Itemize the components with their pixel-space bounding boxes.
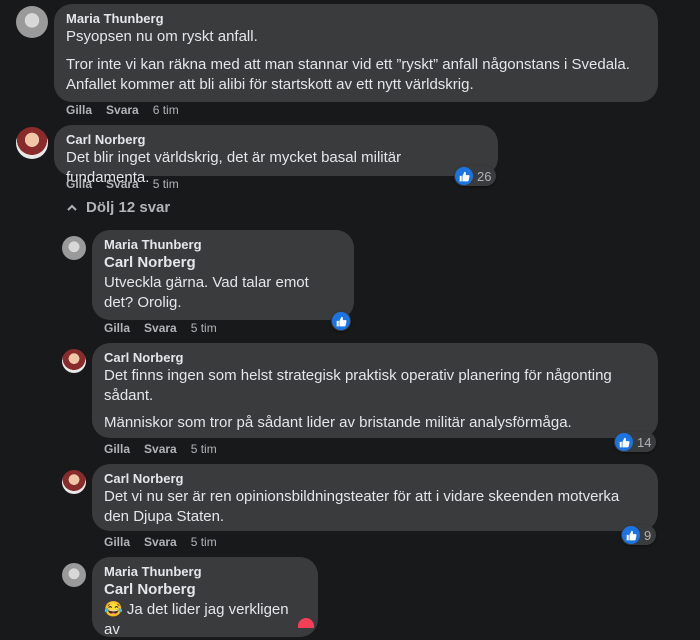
comment-actions: Gilla Svara 6 tim	[66, 103, 193, 117]
timestamp[interactable]: 6 tim	[153, 103, 179, 117]
chevron-up-icon	[67, 204, 77, 211]
avatar[interactable]	[62, 236, 86, 260]
comment-author[interactable]: Maria Thunberg	[104, 564, 306, 580]
mention-link[interactable]: Carl Norberg	[104, 580, 306, 600]
comment-text: Utveckla gärna. Vad talar emot det? Orol…	[104, 274, 309, 311]
reaction-count: 14	[637, 434, 652, 450]
reaction-summary[interactable]: 14	[614, 432, 657, 452]
reply-button[interactable]: Svara	[144, 535, 177, 549]
reaction-count: 9	[644, 527, 652, 543]
hide-replies-toggle[interactable]: Dölj 12 svar	[66, 199, 170, 216]
comment-bubble: Carl Norberg Det blir inget världskrig, …	[54, 125, 498, 186]
comment-text: Det vi nu ser är ren opinionsbildningste…	[104, 488, 620, 525]
reaction-summary[interactable]: 26	[454, 166, 497, 186]
mention-link[interactable]: Carl Norberg	[104, 253, 342, 273]
avatar[interactable]	[16, 6, 48, 38]
comment-actions: Gilla Svara 5 tim	[104, 442, 231, 456]
timestamp[interactable]: 5 tim	[191, 442, 217, 456]
comment-text: Människor som tror på sådant lider av br…	[104, 414, 572, 431]
comment-author[interactable]: Maria Thunberg	[104, 237, 342, 253]
comment-actions: Gilla Svara 5 tim	[104, 321, 231, 335]
like-button[interactable]: Gilla	[104, 535, 130, 549]
comment-actions: Gilla Svara 5 tim	[104, 535, 231, 549]
like-reaction-icon	[622, 526, 640, 544]
reply-bubble: Carl Norberg Det vi nu ser är ren opinio…	[92, 464, 658, 531]
comment-actions: Gilla Svara 5 tim	[66, 177, 193, 191]
like-reaction-icon	[332, 312, 350, 330]
timestamp[interactable]: 5 tim	[191, 321, 217, 335]
reaction-summary[interactable]: 9	[621, 525, 657, 545]
comment-text: Psyopsen nu om ryskt anfall.	[66, 28, 258, 45]
reply-bubble: Maria Thunberg Carl Norberg 😂 Ja det lid…	[92, 557, 318, 640]
avatar[interactable]	[62, 349, 86, 373]
reply-bubble: Carl Norberg Det finns ingen som helst s…	[92, 343, 658, 438]
reaction-peek[interactable]	[298, 618, 314, 628]
like-button[interactable]: Gilla	[66, 103, 92, 117]
comment-author[interactable]: Carl Norberg	[66, 132, 486, 148]
reply-button[interactable]: Svara	[106, 177, 139, 191]
like-button[interactable]: Gilla	[104, 442, 130, 456]
reply-bubble: Maria Thunberg Carl Norberg Utveckla gär…	[92, 230, 354, 320]
like-reaction-icon	[615, 433, 633, 451]
avatar[interactable]	[16, 127, 48, 159]
avatar[interactable]	[62, 563, 86, 587]
comment-text: Tror inte vi kan räkna med att man stann…	[66, 56, 630, 93]
timestamp[interactable]: 5 tim	[153, 177, 179, 191]
comment-text: Det finns ingen som helst strategisk pra…	[104, 367, 612, 404]
comment-author[interactable]: Carl Norberg	[104, 471, 646, 487]
laughing-emoji-icon: 😂	[104, 601, 123, 618]
like-button[interactable]: Gilla	[66, 177, 92, 191]
comment-bubble: Maria Thunberg Psyopsen nu om ryskt anfa…	[54, 4, 658, 102]
avatar[interactable]	[62, 470, 86, 494]
comment-text: 😂 Ja det lider jag verkligen av	[104, 600, 306, 640]
reply-button[interactable]: Svara	[106, 103, 139, 117]
reaction-count: 26	[477, 168, 492, 184]
reply-button[interactable]: Svara	[144, 442, 177, 456]
like-button[interactable]: Gilla	[104, 321, 130, 335]
comment-author[interactable]: Carl Norberg	[104, 350, 646, 366]
reply-button[interactable]: Svara	[144, 321, 177, 335]
comment-text-body: Ja det lider jag verkligen av	[104, 601, 289, 638]
hide-replies-label: Dölj 12 svar	[86, 199, 171, 216]
comment-author[interactable]: Maria Thunberg	[66, 11, 646, 27]
reaction-summary[interactable]	[331, 311, 351, 331]
timestamp[interactable]: 5 tim	[191, 535, 217, 549]
like-reaction-icon	[455, 167, 473, 185]
